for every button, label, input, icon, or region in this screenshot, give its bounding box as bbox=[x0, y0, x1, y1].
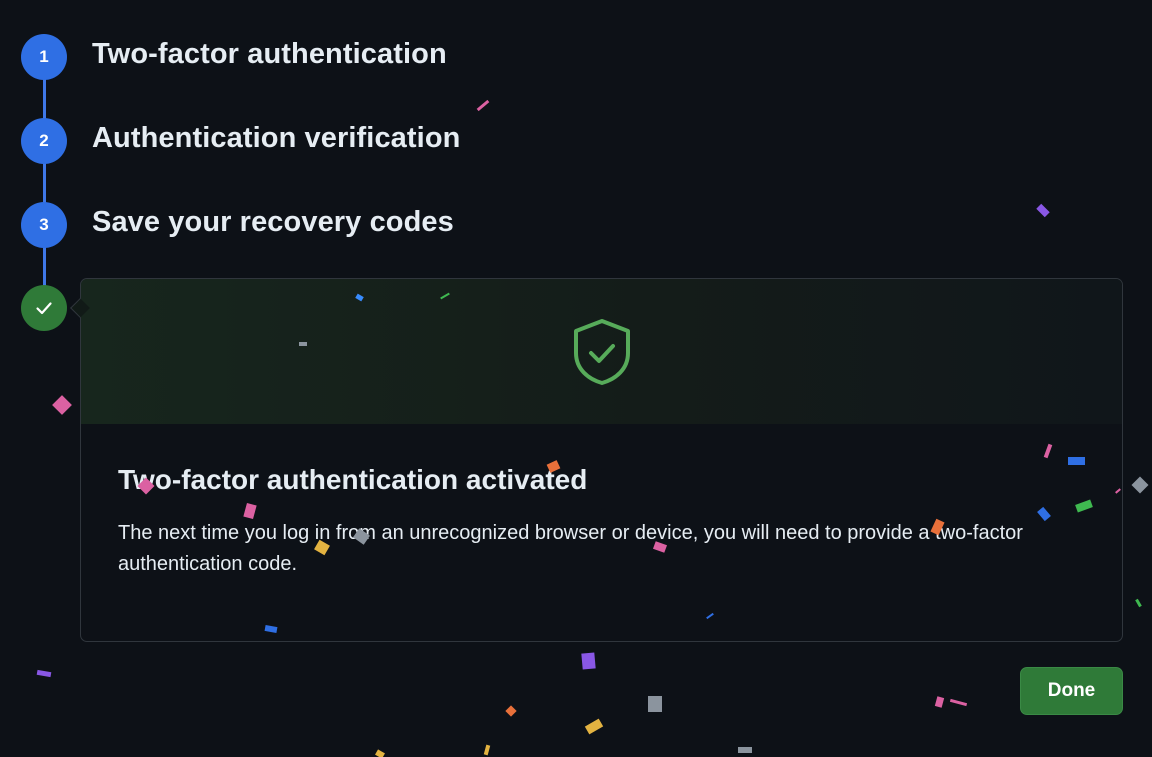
confetti-piece bbox=[934, 696, 945, 708]
step-3-title: Save your recovery codes bbox=[92, 206, 454, 238]
done-button[interactable]: Done bbox=[1020, 667, 1123, 715]
card-description: The next time you log in from an unrecog… bbox=[118, 522, 1023, 575]
step-3-badge: 3 bbox=[21, 202, 67, 248]
confetti-piece bbox=[36, 669, 52, 678]
check-icon bbox=[36, 302, 52, 315]
confetti-piece bbox=[738, 747, 752, 753]
confetti-piece bbox=[1036, 203, 1050, 218]
confetti-piece bbox=[949, 698, 968, 707]
confetti-piece bbox=[52, 395, 72, 415]
confetti-piece bbox=[375, 749, 385, 757]
card-title: Two-factor authentication activated bbox=[118, 464, 588, 495]
confetti-piece bbox=[299, 342, 307, 346]
confetti-piece bbox=[648, 696, 662, 712]
card-body: Two-factor authentication activated The … bbox=[81, 424, 1122, 580]
confetti-piece bbox=[581, 652, 596, 670]
confetti-piece bbox=[1068, 457, 1085, 465]
confetti-piece bbox=[1135, 598, 1142, 608]
step-1-badge: 1 bbox=[21, 34, 67, 80]
step-2-badge: 2 bbox=[21, 118, 67, 164]
step-1-title: Two-factor authentication bbox=[92, 38, 447, 70]
step-complete-badge bbox=[21, 285, 67, 331]
confetti-piece bbox=[584, 718, 604, 735]
two-factor-setup-page: 1 Two-factor authentication 2 Authentica… bbox=[0, 0, 1152, 757]
confetti-piece bbox=[505, 705, 517, 717]
card-hero bbox=[81, 279, 1122, 424]
activation-card: Two-factor authentication activated The … bbox=[70, 278, 1123, 642]
confetti-piece bbox=[476, 99, 490, 112]
shield-check-icon bbox=[573, 318, 630, 385]
confetti-piece bbox=[483, 744, 491, 756]
confetti-piece bbox=[1131, 476, 1149, 494]
step-2-title: Authentication verification bbox=[92, 122, 461, 154]
